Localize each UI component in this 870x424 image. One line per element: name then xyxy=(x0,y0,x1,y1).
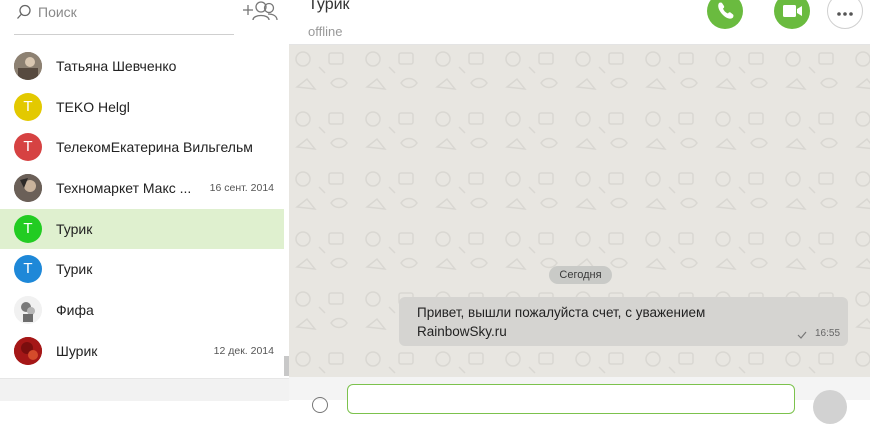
contact-item[interactable]: T ТелекомЕкатерина Вильгельм xyxy=(0,127,284,168)
input-area xyxy=(289,377,870,424)
avatar: T xyxy=(14,133,42,162)
avatar: T xyxy=(14,92,42,121)
avatar xyxy=(14,336,42,365)
chat-panel: Турик offline Сегодня Привет, вышли пожа… xyxy=(289,0,870,424)
contact-list: Татьяна Шевченко T TEKO Helgl T ТелекомЕ… xyxy=(0,46,284,372)
send-button[interactable] xyxy=(813,390,847,424)
message-time: 16:55 xyxy=(815,328,841,339)
contact-item-active[interactable]: T Турик xyxy=(0,208,284,250)
contact-date: 12 дек. 2014 xyxy=(213,344,274,357)
contact-name: Турик xyxy=(56,261,93,278)
search-input[interactable] xyxy=(38,2,228,22)
message-line: Привет, вышли пожалуйста счет, с уважени… xyxy=(417,305,706,320)
contact-item[interactable]: T Турик xyxy=(0,249,284,290)
more-icon xyxy=(837,12,853,16)
contact-name: ТелекомЕкатерина Вильгельм xyxy=(56,139,253,156)
contact-name: Турик xyxy=(56,220,93,237)
check-icon xyxy=(797,331,807,339)
contact-item[interactable]: Техномаркет Макс ... 16 сент. 2014 xyxy=(0,168,284,209)
sidebar-bottom-bar xyxy=(0,378,289,401)
video-call-button[interactable] xyxy=(774,0,810,29)
contact-item[interactable]: T TEKO Helgl xyxy=(0,87,284,128)
avatar xyxy=(14,174,42,203)
phone-icon xyxy=(718,2,734,19)
message-input[interactable] xyxy=(347,384,795,414)
message-bubble[interactable]: Привет, вышли пожалуйста счет, с уважени… xyxy=(399,297,848,346)
voice-call-button[interactable] xyxy=(707,0,743,29)
contact-date: 16 сент. 2014 xyxy=(209,182,274,195)
contact-name: Техномаркет Макс ... xyxy=(56,180,192,197)
sidebar: Татьяна Шевченко T TEKO Helgl T ТелекомЕ… xyxy=(0,0,290,401)
search-box[interactable] xyxy=(14,0,234,35)
add-contact-icon[interactable] xyxy=(242,0,278,22)
avatar xyxy=(14,296,42,325)
chat-status: offline xyxy=(308,24,343,39)
message-line: RainbowSky.ru xyxy=(417,323,507,339)
date-separator: Сегодня xyxy=(549,266,612,284)
contact-name: TEKO Helgl xyxy=(56,98,130,115)
search-icon xyxy=(17,4,31,19)
contact-item[interactable]: Фифа xyxy=(0,290,284,331)
contact-item[interactable]: Татьяна Шевченко xyxy=(0,46,284,87)
contact-item[interactable]: Шурик 12 дек. 2014 xyxy=(0,331,284,372)
message-text: Привет, вышли пожалуйста счет, с уважени… xyxy=(417,304,777,341)
contact-name: Шурик xyxy=(56,342,98,359)
avatar: T xyxy=(14,255,42,284)
contact-name: Татьяна Шевченко xyxy=(56,58,177,74)
video-icon xyxy=(783,5,802,17)
avatar xyxy=(14,52,42,80)
avatar: T xyxy=(14,214,42,243)
contact-name: Фифа xyxy=(56,302,94,319)
chat-title: Турик xyxy=(308,0,350,13)
more-options-button[interactable] xyxy=(827,0,863,29)
chat-header: Турик offline xyxy=(289,0,870,45)
message-area: Сегодня Привет, вышли пожалуйста счет, с… xyxy=(289,45,870,377)
attach-icon[interactable] xyxy=(312,397,328,413)
